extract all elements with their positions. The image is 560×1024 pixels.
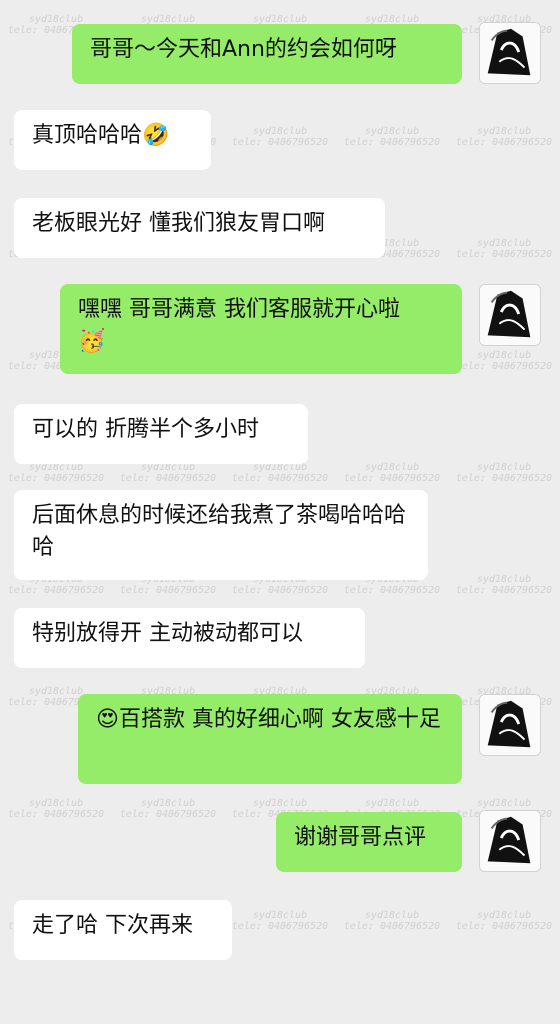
watermark: syd18clubtele: 0406796520: [7, 798, 105, 820]
message-text: 谢谢哥哥点评: [294, 825, 427, 850]
watermark: syd18clubtele: 0406796520: [231, 126, 329, 148]
watermark: syd18clubtele: 0406796520: [455, 574, 553, 596]
avatar-icon[interactable]: [479, 810, 541, 872]
party-emoji-icon: 🥳: [78, 329, 106, 354]
watermark: syd18clubtele: 0406796520: [455, 238, 553, 260]
message-bubble-outgoing[interactable]: 😍百搭款 真的好细心啊 女友感十足: [78, 694, 462, 784]
message-text: 后面休息的时候还给我煮了茶喝哈哈哈哈: [32, 503, 407, 560]
message-bubble-incoming[interactable]: 老板眼光好 懂我们狼友胃口啊: [14, 198, 385, 258]
watermark: syd18clubtele: 0406796520: [455, 462, 553, 484]
watermark: syd18clubtele: 0406796520: [455, 910, 553, 932]
message-bubble-incoming[interactable]: 走了哈 下次再来: [14, 900, 232, 960]
message-text: 嘿嘿 哥哥满意 我们客服就开心啦: [78, 297, 400, 322]
message-bubble-incoming[interactable]: 特别放得开 主动被动都可以: [14, 608, 365, 668]
message-text: 真顶哈哈哈: [32, 123, 143, 148]
message-bubble-outgoing[interactable]: 谢谢哥哥点评: [276, 812, 462, 872]
chat-screen: syd18clubtele: 0406796520 syd18clubtele:…: [0, 0, 560, 1024]
avatar-image: [480, 695, 540, 755]
message-text: 老板眼光好 懂我们狼友胃口啊: [32, 211, 325, 236]
message-text: 走了哈 下次再来: [32, 913, 193, 938]
avatar-icon[interactable]: [479, 694, 541, 756]
laughing-emoji-icon: 🤣: [142, 123, 170, 148]
avatar-icon[interactable]: [479, 22, 541, 84]
message-text: 可以的 折腾半个多小时: [32, 417, 259, 442]
avatar-image: [480, 811, 540, 871]
message-bubble-incoming[interactable]: 真顶哈哈哈🤣: [14, 110, 211, 170]
watermark: syd18clubtele: 0406796520: [455, 350, 553, 372]
message-bubble-outgoing[interactable]: 嘿嘿 哥哥满意 我们客服就开心啦 🥳: [60, 284, 462, 374]
message-bubble-outgoing[interactable]: 哥哥～今天和Ann的约会如何呀: [72, 24, 462, 84]
message-bubble-incoming[interactable]: 可以的 折腾半个多小时: [14, 404, 308, 464]
heart-eyes-emoji-icon: 😍: [96, 707, 119, 732]
avatar-image: [480, 23, 540, 83]
message-text: 百搭款 真的好细心啊 女友感十足: [118, 707, 441, 732]
watermark: syd18clubtele: 0406796520: [455, 126, 553, 148]
message-text: 特别放得开 主动被动都可以: [32, 621, 303, 646]
avatar-image: [480, 285, 540, 345]
watermark: syd18clubtele: 0406796520: [343, 910, 441, 932]
watermark: syd18clubtele: 0406796520: [119, 798, 217, 820]
watermark: syd18clubtele: 0406796520: [231, 910, 329, 932]
message-bubble-incoming[interactable]: 后面休息的时候还给我煮了茶喝哈哈哈哈: [14, 490, 428, 580]
avatar-icon[interactable]: [479, 284, 541, 346]
watermark: syd18clubtele: 0406796520: [343, 126, 441, 148]
message-text: 哥哥～今天和Ann的约会如何呀: [90, 37, 397, 62]
